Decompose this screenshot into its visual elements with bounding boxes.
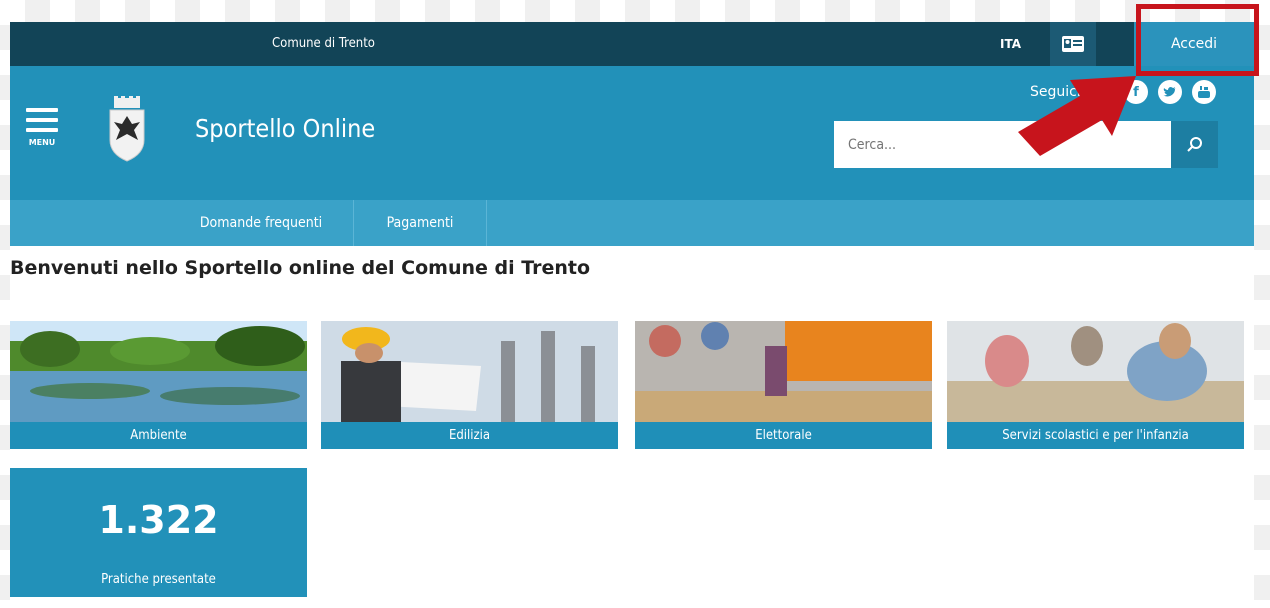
id-card-button[interactable] — [1050, 22, 1096, 66]
youtube-icon[interactable] — [1192, 80, 1216, 104]
search-icon — [1186, 136, 1202, 152]
header: MENU Sportello Online Seguici f — [10, 66, 1254, 200]
service-tile-elections[interactable]: Elettorale — [635, 321, 932, 449]
service-tile-building[interactable]: Edilizia — [321, 321, 618, 449]
menu-button[interactable]: MENU — [24, 108, 60, 156]
submissions-stat-tile[interactable]: 1.322 Pratiche presentate — [10, 468, 307, 597]
main-nav: Domande frequenti Pagamenti — [10, 200, 1254, 246]
coat-of-arms-logo[interactable] — [106, 96, 148, 162]
menu-label: MENU — [28, 138, 56, 147]
language-selector[interactable]: ITA — [1000, 22, 1021, 66]
building-image — [321, 321, 618, 422]
service-tile-school-services[interactable]: Servizi scolastici e per l'infanzia — [947, 321, 1244, 449]
stat-value: 1.322 — [98, 498, 219, 542]
tile-caption: Elettorale — [635, 422, 932, 449]
entity-name-link[interactable]: Comune di Trento — [272, 22, 375, 66]
nav-item-faq[interactable]: Domande frequenti — [169, 200, 354, 246]
service-tile-environment[interactable]: Ambiente — [10, 321, 307, 449]
twitter-icon[interactable] — [1158, 80, 1182, 104]
elections-image — [635, 321, 932, 422]
hamburger-icon — [26, 108, 58, 112]
tile-caption: Ambiente — [10, 422, 307, 449]
facebook-icon[interactable]: f — [1124, 80, 1148, 104]
top-bar: Comune di Trento ITA Accedi — [10, 22, 1254, 66]
environment-image — [10, 321, 307, 422]
tile-caption: Edilizia — [321, 422, 618, 449]
site-title[interactable]: Sportello Online — [195, 114, 375, 143]
login-button[interactable]: Accedi — [1134, 22, 1254, 66]
tile-caption: Servizi scolastici e per l'infanzia — [947, 422, 1244, 449]
id-card-icon — [1062, 36, 1084, 52]
page: Comune di Trento ITA Accedi MENU Sportel… — [10, 22, 1254, 608]
search-input[interactable] — [834, 121, 1171, 168]
follow-us-label: Seguici — [1030, 84, 1081, 100]
school-image — [947, 321, 1244, 422]
search-button[interactable] — [1171, 121, 1218, 168]
stat-label: Pratiche presentate — [101, 572, 216, 587]
nav-item-payments[interactable]: Pagamenti — [354, 200, 487, 246]
welcome-heading: Benvenuti nello Sportello online del Com… — [10, 257, 591, 279]
